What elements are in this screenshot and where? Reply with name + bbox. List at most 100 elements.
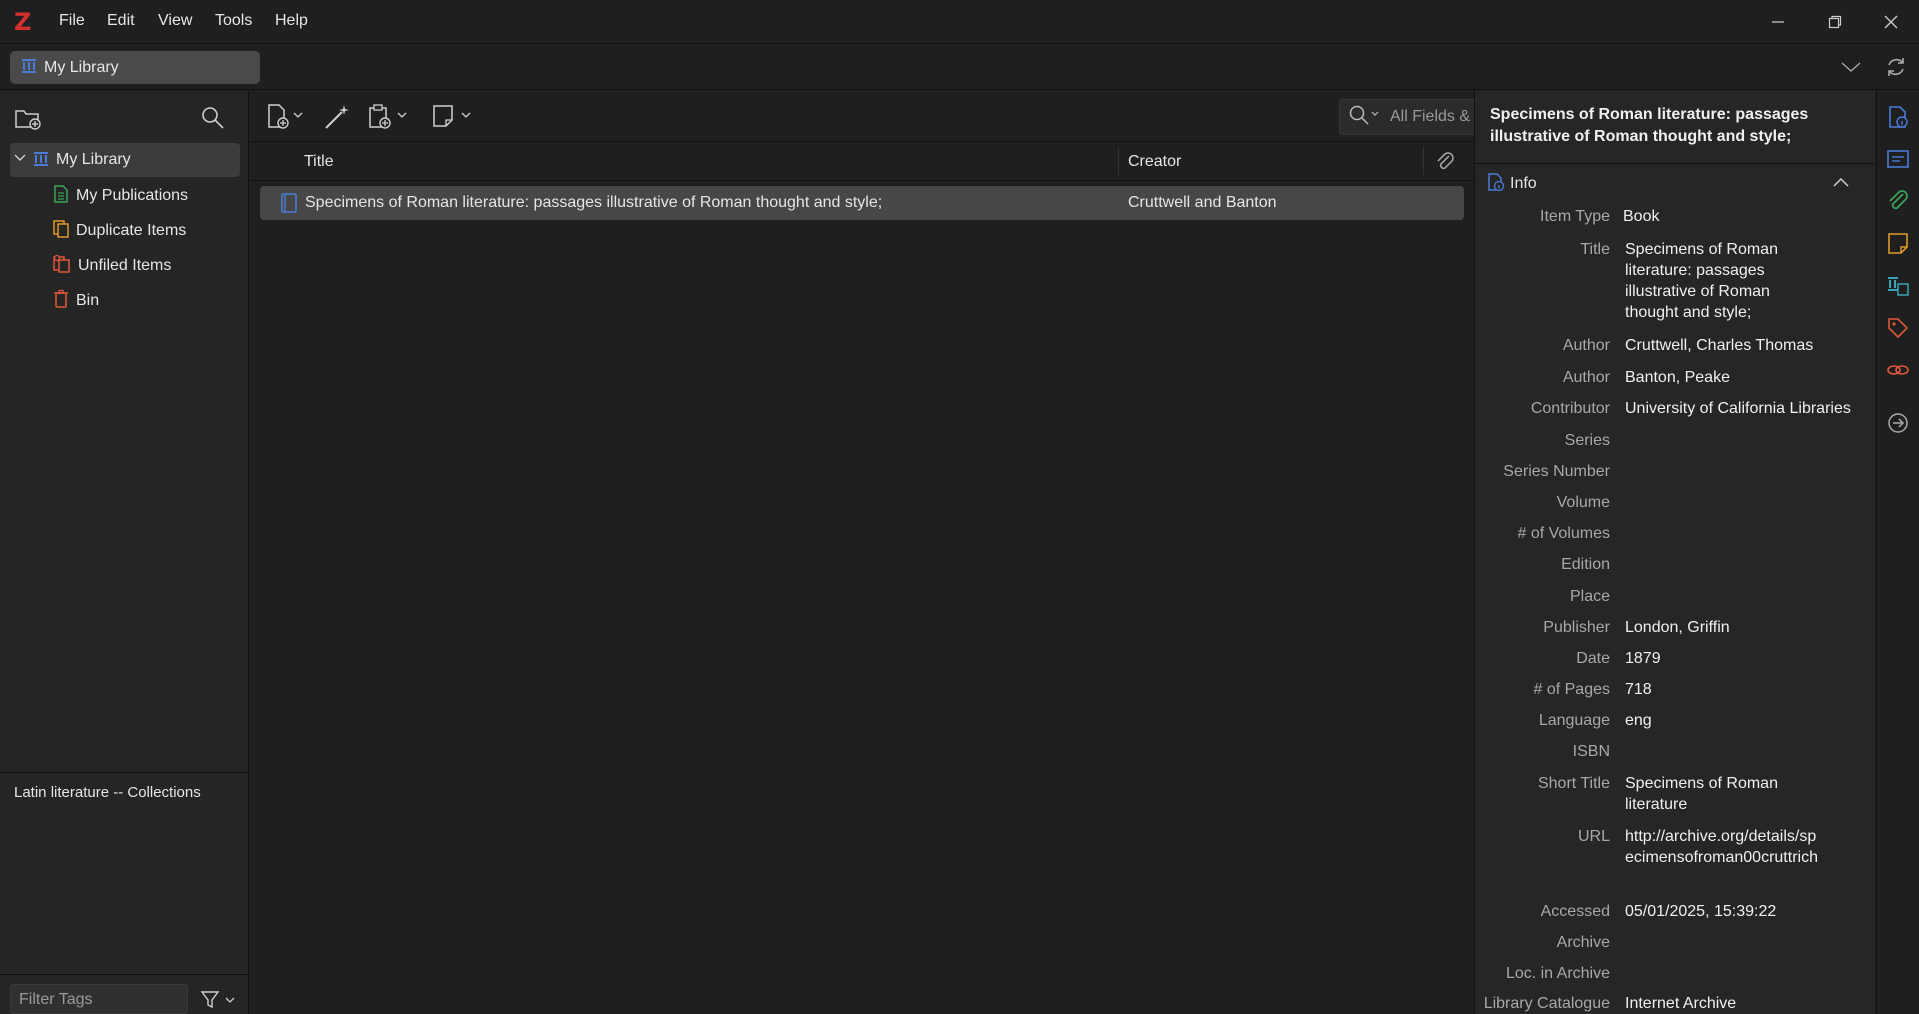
tab-bar: My Library — [0, 45, 1919, 90]
tree-label: My Publications — [76, 187, 189, 204]
sync-icon[interactable] — [1884, 55, 1908, 84]
column-title[interactable]: Title — [304, 153, 334, 171]
tree-item-unfiled-items[interactable]: Unfiled Items — [10, 249, 240, 283]
field-value-language[interactable]: eng — [1625, 710, 1860, 731]
tree-item-duplicate-items[interactable]: Duplicate Items — [10, 214, 240, 248]
field-label: ISBN — [1572, 743, 1610, 760]
field-value-url[interactable]: http://archive.org/details/specimensofro… — [1625, 826, 1825, 868]
chevron-up-icon[interactable] — [1832, 175, 1850, 193]
info-icon[interactable] — [1885, 104, 1911, 130]
add-attachment-icon[interactable] — [368, 103, 412, 136]
field-value-item-type[interactable]: Book — [1623, 206, 1858, 227]
pane-divider — [0, 772, 249, 773]
column-divider[interactable] — [1118, 147, 1119, 175]
library-icon — [32, 149, 50, 172]
item-pane-title: Specimens of Roman literature: passages … — [1490, 106, 1809, 145]
field-label: Edition — [1561, 556, 1610, 573]
items-pane — [250, 91, 1473, 1014]
field-label: Author — [1562, 337, 1610, 354]
duplicate-icon — [52, 219, 70, 244]
search-icon[interactable] — [200, 105, 226, 136]
field-value-title[interactable]: Specimens of Roman literature: passages … — [1625, 239, 1790, 323]
field-label: Place — [1569, 588, 1610, 605]
column-creator[interactable]: Creator — [1128, 153, 1181, 171]
menu-file[interactable]: File — [59, 12, 85, 30]
field-value-date[interactable]: 1879 — [1625, 648, 1860, 669]
field-label: Series Number — [1503, 463, 1610, 480]
magic-wand-icon[interactable] — [322, 102, 352, 137]
tree-item-my-library[interactable]: My Library — [10, 143, 240, 177]
unfiled-icon — [52, 254, 72, 279]
field-label: Date — [1576, 650, 1610, 667]
field-label: Series — [1564, 432, 1610, 449]
new-item-icon[interactable] — [266, 103, 306, 136]
close-icon[interactable] — [1876, 8, 1906, 36]
book-icon — [280, 193, 298, 218]
column-divider[interactable] — [1423, 147, 1424, 175]
notes-icon[interactable] — [1885, 230, 1911, 256]
field-label: # of Volumes — [1517, 525, 1611, 542]
tag-item[interactable]: Latin literature -- Collections — [14, 784, 201, 801]
field-label: # of Pages — [1533, 681, 1611, 698]
attachment-column-icon[interactable] — [1435, 151, 1455, 178]
section-divider — [1474, 163, 1875, 164]
field-label: Item Type — [1540, 208, 1610, 225]
libraries-collections-icon[interactable] — [1885, 273, 1911, 299]
field-label: Author — [1562, 369, 1610, 386]
pane-divider — [0, 974, 249, 975]
trash-icon — [52, 289, 70, 314]
new-collection-icon[interactable] — [14, 105, 42, 136]
menu-tools[interactable]: Tools — [215, 12, 252, 30]
field-label: URL — [1577, 828, 1610, 845]
chevron-down-icon[interactable] — [14, 151, 26, 169]
minimize-icon[interactable] — [1763, 8, 1793, 36]
field-label: Contributor — [1530, 400, 1610, 417]
field-label: Language — [1538, 712, 1610, 729]
menu-view[interactable]: View — [158, 12, 192, 30]
row-creator: Cruttwell and Banton — [1128, 194, 1277, 211]
field-value-short-title[interactable]: Specimens of Roman literature — [1625, 773, 1800, 815]
restore-icon[interactable] — [1820, 8, 1850, 36]
abstract-icon[interactable] — [1885, 146, 1911, 172]
library-icon — [20, 56, 38, 79]
tree-item-my-publications[interactable]: My Publications — [10, 179, 240, 213]
item-pane — [1474, 91, 1875, 1014]
column-header-row: Title Creator — [250, 143, 1473, 181]
items-toolbar: All Fields & Tags — [250, 91, 1715, 142]
tree-label: Unfiled Items — [78, 257, 172, 274]
attachments-icon[interactable] — [1885, 188, 1911, 214]
field-value-publisher[interactable]: London, Griffin — [1625, 617, 1860, 638]
title-bar: Z File Edit View Tools Help — [0, 0, 1919, 44]
zotero-logo: Z — [14, 8, 32, 36]
new-note-icon[interactable] — [432, 103, 476, 136]
field-value-accessed[interactable]: 05/01/2025, 15:39:22 — [1625, 901, 1860, 922]
tree-item-bin[interactable]: Bin — [10, 284, 240, 318]
field-value-library-catalogue[interactable]: Internet Archive — [1625, 993, 1860, 1014]
field-value-contributor[interactable]: University of California Libraries — [1625, 398, 1860, 419]
publications-icon — [52, 184, 70, 209]
info-icon — [1486, 172, 1506, 197]
chevron-down-icon[interactable] — [1840, 57, 1862, 82]
filter-tags-input[interactable]: Filter Tags — [10, 984, 188, 1014]
section-title: Info — [1510, 175, 1537, 192]
tree-label: My Library — [56, 151, 131, 168]
row-title: Specimens of Roman literature: passages … — [305, 194, 883, 211]
info-section-header[interactable]: Info — [1486, 172, 1866, 196]
tab-my-library[interactable]: My Library — [10, 51, 260, 84]
field-label: Short Title — [1537, 775, 1610, 792]
field-label: Title — [1580, 241, 1610, 258]
field-label: Volume — [1556, 494, 1610, 511]
related-icon[interactable] — [1885, 357, 1911, 383]
field-value-author[interactable]: Banton, Peake — [1625, 367, 1860, 388]
field-value-num-pages[interactable]: 718 — [1625, 679, 1860, 700]
tab-label: My Library — [44, 58, 119, 76]
menu-help[interactable]: Help — [275, 12, 308, 30]
field-label: Library Catalogue — [1483, 995, 1610, 1012]
table-row[interactable]: Specimens of Roman literature: passages … — [260, 186, 1464, 220]
tags-icon[interactable] — [1885, 315, 1911, 341]
locate-icon[interactable] — [1885, 410, 1911, 436]
menu-edit[interactable]: Edit — [107, 12, 135, 30]
filter-icon[interactable] — [200, 990, 236, 1014]
field-label: Accessed — [1540, 903, 1610, 920]
field-value-author[interactable]: Cruttwell, Charles Thomas — [1625, 335, 1860, 356]
